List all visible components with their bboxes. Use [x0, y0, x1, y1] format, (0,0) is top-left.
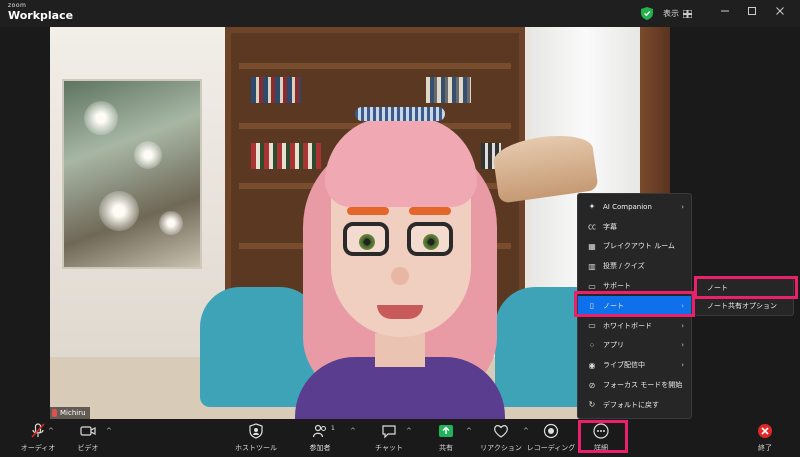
- breakout-rooms-icon: ▦: [588, 241, 596, 251]
- share-screen-icon: [439, 425, 453, 437]
- apps-icon: ⁘: [588, 340, 596, 350]
- chevron-right-icon: ›: [681, 202, 684, 211]
- reset-icon: ↻: [588, 400, 596, 410]
- end-label: 終了: [758, 444, 772, 452]
- video-options-caret[interactable]: ^: [106, 427, 112, 435]
- brand-main: Workplace: [8, 9, 74, 22]
- focus-mode-icon: ⊘: [588, 380, 596, 390]
- audio-options-caret[interactable]: ^: [48, 427, 54, 435]
- minimize-icon: [721, 10, 729, 12]
- menu-item-ai-companion[interactable]: ✦ AI Companion ›: [578, 197, 691, 217]
- title-bar: zoom Workplace 表示: [0, 0, 800, 27]
- grid-view-icon: [683, 9, 692, 18]
- heart-icon: [494, 425, 508, 438]
- participants-count: 1: [331, 425, 335, 432]
- menu-item-label: ホワイトボード: [603, 321, 652, 330]
- live-stream-icon: ◉: [588, 360, 596, 370]
- ai-companion-icon: ✦: [588, 202, 596, 212]
- captions-icon: ㏄: [588, 222, 596, 232]
- menu-item-label: AI Companion: [603, 202, 652, 211]
- app-logo: zoom Workplace: [8, 3, 74, 22]
- participants-button[interactable]: 参加者: [292, 423, 348, 455]
- menu-item-label: アプリ: [603, 341, 624, 350]
- close-icon: [776, 7, 784, 15]
- menu-item-poll[interactable]: ▥ 投票 / クイズ: [578, 256, 691, 276]
- menu-item-label: フォーカス モードを開始: [603, 381, 683, 390]
- video-camera-icon: [80, 426, 96, 436]
- host-tools-label: ホストツール: [235, 444, 277, 452]
- participants-label: 参加者: [309, 444, 331, 452]
- submenu-item-notes-sharing-options[interactable]: ノート共有オプション: [695, 297, 793, 315]
- record-icon: [543, 423, 559, 439]
- participants-options-caret[interactable]: ^: [350, 427, 356, 435]
- chat-options-caret[interactable]: ^: [406, 427, 412, 435]
- view-button[interactable]: 表示: [663, 6, 692, 21]
- chevron-right-icon: ›: [681, 341, 684, 350]
- menu-item-live-stream[interactable]: ◉ ライブ配信中 ›: [578, 355, 691, 375]
- participants-icon: [312, 424, 326, 438]
- menu-item-reset[interactable]: ↻ デフォルトに戻す: [578, 395, 691, 415]
- menu-item-label: 字幕: [603, 222, 617, 231]
- reactions-button[interactable]: リアクション: [473, 423, 529, 455]
- notes-submenu-highlight: [694, 276, 798, 299]
- menu-item-breakout-rooms[interactable]: ▦ ブレイクアウト ルーム: [578, 237, 691, 257]
- reactions-label: リアクション: [480, 444, 522, 452]
- recording-button[interactable]: レコーディング: [523, 423, 579, 455]
- menu-item-apps[interactable]: ⁘ アプリ ›: [578, 336, 691, 356]
- menu-item-label: 投票 / クイズ: [603, 262, 645, 271]
- close-window-button[interactable]: [773, 6, 787, 20]
- maximize-icon: [748, 7, 756, 15]
- notes-menu-highlight: [574, 291, 695, 317]
- chevron-right-icon: ›: [681, 361, 684, 370]
- menu-item-captions[interactable]: ㏄ 字幕: [578, 217, 691, 237]
- menu-item-focus-mode[interactable]: ⊘ フォーカス モードを開始: [578, 375, 691, 395]
- view-label: 表示: [663, 9, 679, 18]
- audio-label: オーディオ: [20, 444, 56, 452]
- share-options-caret[interactable]: ^: [466, 427, 472, 435]
- video-label: ビデオ: [77, 444, 99, 452]
- audio-button[interactable]: オーディオ: [10, 423, 66, 455]
- menu-item-label: デフォルトに戻す: [603, 400, 659, 409]
- participant-name-tag: Michiru: [50, 407, 90, 419]
- muted-mic-icon: [52, 409, 57, 417]
- meeting-toolbar: オーディオ ^ ビデオ ^ ホストツール 参加者 1 ^ チャット ^ 共有 ^…: [0, 419, 800, 457]
- muted-mic-icon: [31, 423, 45, 438]
- shield-icon: [249, 423, 263, 439]
- more-button-highlight: [578, 420, 628, 453]
- poll-icon: ▥: [588, 261, 596, 271]
- menu-item-label: ブレイクアウト ルーム: [603, 242, 675, 251]
- avatar: [295, 107, 505, 419]
- recording-label: レコーディング: [526, 444, 576, 452]
- chat-bubble-icon: [382, 425, 396, 439]
- share-label: 共有: [439, 444, 453, 452]
- encryption-shield-icon[interactable]: [641, 7, 653, 20]
- menu-item-label: ライブ配信中: [603, 361, 645, 370]
- end-meeting-button[interactable]: 終了: [737, 423, 793, 455]
- minimize-button[interactable]: [718, 6, 732, 20]
- end-call-icon: [758, 424, 772, 438]
- menu-item-whiteboard[interactable]: ▭ ホワイトボード ›: [578, 316, 691, 336]
- maximize-button[interactable]: [745, 6, 759, 20]
- chat-label: チャット: [375, 444, 403, 452]
- host-tools-button[interactable]: ホストツール: [228, 423, 284, 455]
- whiteboard-icon: ▭: [588, 321, 596, 331]
- chevron-right-icon: ›: [681, 321, 684, 330]
- participant-name: Michiru: [60, 409, 86, 417]
- wall-painting: [62, 79, 202, 269]
- menu-item-label: サポート: [603, 282, 631, 291]
